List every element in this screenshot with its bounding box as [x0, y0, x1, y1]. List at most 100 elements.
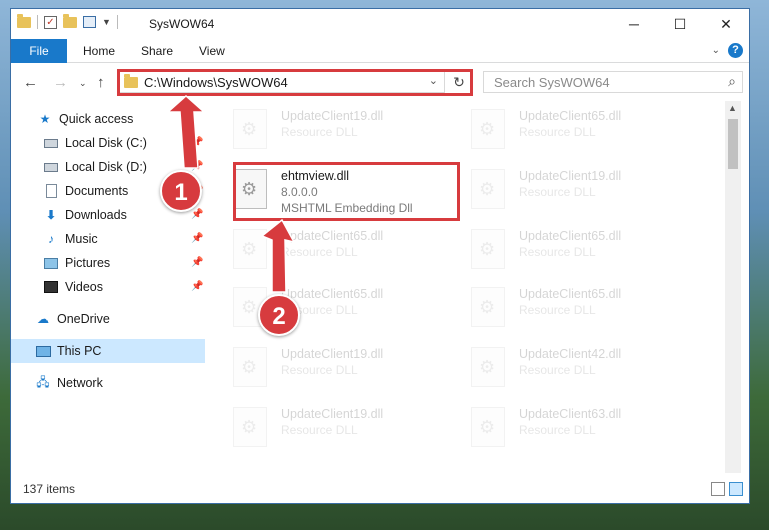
- help-button[interactable]: ?: [728, 43, 743, 58]
- star-icon: ★: [39, 112, 51, 126]
- sidebar-item-documents[interactable]: Documents: [43, 179, 128, 203]
- pin-icon[interactable]: 📌: [191, 281, 203, 292]
- callout-badge-2: 2: [258, 294, 300, 336]
- sidebar-item-label: Network: [57, 376, 103, 390]
- window-title: SysWOW64: [149, 17, 215, 31]
- dll-file-icon: [233, 407, 267, 447]
- sidebar-item-label: Music: [65, 232, 98, 246]
- tab-file[interactable]: File: [11, 39, 67, 63]
- tab-view[interactable]: View: [199, 44, 225, 58]
- sidebar-item-network[interactable]: 🖧 Network: [35, 371, 103, 395]
- search-placeholder: Search SysWOW64: [494, 75, 610, 90]
- status-bar: 137 items: [11, 475, 749, 503]
- pin-icon[interactable]: 📌: [191, 209, 203, 220]
- pin-icon[interactable]: 📌: [191, 161, 203, 172]
- file-name: UpdateClient65.dll: [281, 287, 384, 301]
- address-bar-highlight: [117, 69, 473, 96]
- dll-file-icon: [471, 109, 505, 149]
- sidebar-item-label: Downloads: [65, 208, 127, 222]
- list-item[interactable]: UpdateClient65.dll Resource DLL: [455, 103, 675, 159]
- list-item[interactable]: UpdateClient65.dll Resource DLL: [217, 223, 437, 279]
- up-arrow-icon[interactable]: ↑: [97, 74, 105, 91]
- list-item[interactable]: UpdateClient65.dll Resource DLL: [455, 281, 675, 337]
- tab-home[interactable]: Home: [83, 44, 115, 58]
- sidebar-item-music[interactable]: ♪ Music: [43, 227, 98, 251]
- list-item[interactable]: UpdateClient65.dll Resource DLL: [455, 223, 675, 279]
- sidebar-item-quick-access[interactable]: ★ Quick access: [37, 107, 134, 131]
- large-icons-view-icon[interactable]: [729, 482, 743, 496]
- pin-icon[interactable]: 📌: [191, 233, 203, 244]
- file-type: Resource DLL: [281, 245, 358, 259]
- vertical-scrollbar[interactable]: ▲: [725, 101, 741, 473]
- sidebar-item-videos[interactable]: Videos: [43, 275, 103, 299]
- folder-icon: [17, 13, 31, 28]
- documents-icon: [43, 184, 59, 198]
- forward-arrow-icon[interactable]: →: [53, 74, 68, 91]
- list-item[interactable]: UpdateClient42.dll Resource DLL: [455, 341, 675, 397]
- disk-icon: [43, 136, 59, 150]
- file-type: Resource DLL: [519, 125, 596, 139]
- sidebar-item-label: Documents: [65, 184, 129, 198]
- sidebar-item-local-disk-d[interactable]: Local Disk (D:): [43, 155, 147, 179]
- dll-file-icon: [471, 347, 505, 387]
- new-folder-icon[interactable]: [63, 13, 77, 28]
- back-arrow-icon[interactable]: ←: [23, 74, 38, 91]
- minimize-button[interactable]: ─: [611, 9, 657, 39]
- dll-file-icon: [233, 229, 267, 269]
- file-type: Resource DLL: [519, 303, 596, 317]
- close-button[interactable]: ✕: [703, 9, 749, 39]
- file-type: Resource DLL: [281, 363, 358, 377]
- sidebar-item-onedrive[interactable]: ☁ OneDrive: [35, 307, 110, 331]
- list-item[interactable]: UpdateClient19.dll Resource DLL: [217, 341, 437, 397]
- list-item[interactable]: UpdateClient19.dll Resource DLL: [217, 103, 437, 159]
- pin-icon[interactable]: 📌: [191, 257, 203, 268]
- dll-file-icon: [471, 169, 505, 209]
- search-input[interactable]: Search SysWOW64 ⌕: [483, 71, 743, 93]
- file-name: UpdateClient19.dll: [281, 109, 384, 123]
- navigation-row: ← → ⌄ ↑ C:\Windows\SysWOW64 ⌄ ↻ Search S…: [11, 63, 749, 101]
- file-type: Resource DLL: [519, 423, 596, 437]
- scrollbar-thumb[interactable]: [728, 119, 738, 169]
- quick-access-toolbar: ✓ ▼: [17, 13, 118, 29]
- sidebar-item-label: Local Disk (D:): [65, 160, 147, 174]
- list-item[interactable]: UpdateClient65.dll Resource DLL: [217, 281, 437, 337]
- pin-icon[interactable]: 📌: [191, 137, 203, 148]
- window-controls: ─ ☐ ✕: [611, 9, 749, 39]
- file-name: UpdateClient19.dll: [281, 407, 384, 421]
- list-item[interactable]: UpdateClient63.dll Resource DLL: [455, 401, 675, 457]
- sidebar-item-local-disk-c[interactable]: Local Disk (C:): [43, 131, 147, 155]
- file-name: UpdateClient19.dll: [281, 347, 384, 361]
- pc-icon: [35, 344, 51, 358]
- tab-share[interactable]: Share: [141, 44, 173, 58]
- file-type: Resource DLL: [281, 423, 358, 437]
- sidebar-item-downloads[interactable]: ⬇ Downloads: [43, 203, 127, 227]
- network-icon: 🖧: [36, 374, 50, 389]
- sidebar-item-this-pc[interactable]: This PC: [11, 339, 205, 363]
- downloads-icon: ⬇: [45, 208, 57, 222]
- dll-file-icon: [471, 229, 505, 269]
- details-view-icon[interactable]: [711, 482, 725, 496]
- list-item[interactable]: UpdateClient19.dll Resource DLL: [455, 163, 675, 219]
- sidebar-item-label: This PC: [57, 344, 102, 358]
- dll-file-icon: [233, 347, 267, 387]
- maximize-button[interactable]: ☐: [657, 9, 703, 39]
- file-name: UpdateClient65.dll: [281, 229, 384, 243]
- expand-ribbon-icon[interactable]: ⌄: [712, 45, 720, 56]
- scroll-up-icon[interactable]: ▲: [728, 103, 737, 113]
- videos-icon: [43, 280, 59, 294]
- title-bar: ✓ ▼ SysWOW64 ─ ☐ ✕: [11, 9, 749, 39]
- list-item[interactable]: UpdateClient19.dll Resource DLL: [217, 401, 437, 457]
- customize-toolbar-icon[interactable]: [83, 16, 96, 28]
- sidebar-item-pictures[interactable]: Pictures: [43, 251, 110, 275]
- divider: [116, 15, 118, 29]
- chevron-down-icon[interactable]: ▼: [102, 17, 111, 27]
- file-name: UpdateClient63.dll: [519, 407, 622, 421]
- navigation-pane: ★ Quick access Local Disk (C:) 📌 Local D…: [11, 101, 207, 471]
- recent-locations-icon[interactable]: ⌄: [79, 78, 87, 89]
- dll-file-icon: [233, 109, 267, 149]
- dll-file-icon: [471, 287, 505, 327]
- sidebar-item-label: Quick access: [59, 112, 134, 126]
- properties-check-icon[interactable]: ✓: [44, 15, 57, 29]
- disk-icon: [43, 160, 59, 174]
- item-count: 137 items: [23, 482, 76, 496]
